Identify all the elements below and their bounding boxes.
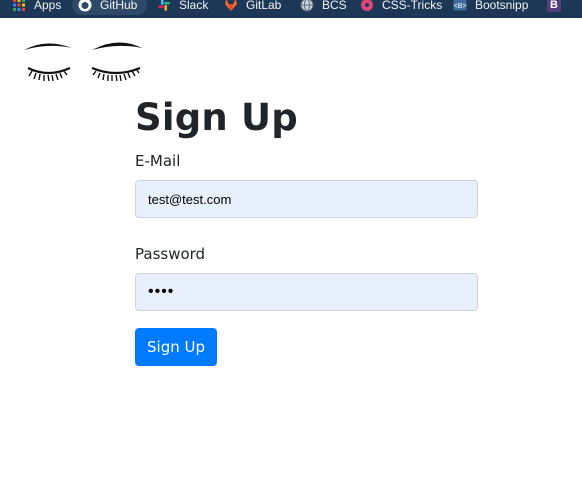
bookmark-bcs[interactable]: BCS: [300, 0, 347, 15]
globe-icon: [300, 0, 314, 12]
bookmark-label: Bootsnipp: [475, 0, 529, 12]
page-header: [0, 18, 582, 90]
bookmark-bootstrap[interactable]: B: [547, 0, 569, 15]
bookmark-github[interactable]: GitHub: [72, 0, 148, 15]
bookmark-label: CSS-Tricks: [382, 0, 443, 12]
bootsnipp-icon: <B>: [453, 0, 467, 12]
email-field[interactable]: [135, 180, 478, 218]
gitlab-icon: [224, 0, 238, 12]
github-icon: [78, 0, 92, 12]
svg-text:<B>: <B>: [454, 3, 467, 10]
email-label: E-Mail: [135, 152, 181, 170]
sign-up-button[interactable]: Sign Up: [135, 328, 217, 366]
bootstrap-icon: B: [547, 0, 561, 12]
bookmark-apps[interactable]: Apps: [12, 0, 61, 15]
bookmark-css-tricks[interactable]: CSS-Tricks: [360, 0, 442, 15]
bookmarks-bar: Apps GitHub Slack GitLab BCS CSS-Tricks: [0, 0, 582, 18]
bookmark-label: GitLab: [246, 0, 282, 12]
bookmark-label: Apps: [34, 0, 62, 12]
signup-form: Sign Up E-Mail Password Sign Up: [135, 94, 478, 366]
eyes-logo: [24, 42, 142, 82]
page-title: Sign Up: [135, 96, 298, 139]
bookmark-label: Slack: [179, 0, 209, 12]
bookmark-label: B: [550, 0, 558, 11]
bookmark-label: BCS: [322, 0, 347, 12]
bookmark-slack[interactable]: Slack: [157, 0, 208, 15]
bookmark-label: GitHub: [100, 0, 138, 12]
slack-icon: [157, 0, 171, 12]
password-label: Password: [135, 245, 206, 263]
css-tricks-icon: [360, 0, 374, 12]
apps-grid-icon: [12, 0, 26, 12]
bookmark-bootsnipp[interactable]: <B> Bootsnipp: [453, 0, 528, 15]
password-field[interactable]: [135, 273, 478, 311]
bookmark-gitlab[interactable]: GitLab: [224, 0, 281, 15]
